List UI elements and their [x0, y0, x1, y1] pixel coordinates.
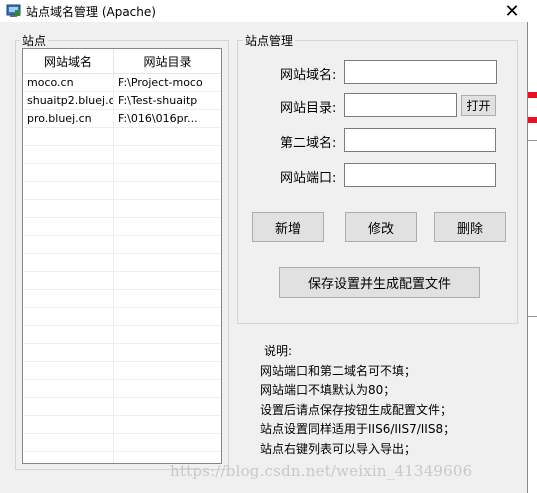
edit-button[interactable]: 修改	[345, 212, 417, 242]
empty-row	[23, 128, 221, 146]
row-domain: moco.cn	[23, 74, 114, 91]
table-row[interactable]: moco.cn F:\Project-moco	[23, 74, 221, 92]
add-button[interactable]: 新增	[252, 212, 324, 242]
app-window: 站点域名管理 (Apache) ✕ 站点 网站域名 网站目录 moco.cn F…	[0, 0, 528, 493]
open-button[interactable]: 打开	[461, 95, 496, 116]
column-header-domain[interactable]: 网站域名	[23, 49, 114, 73]
empty-row	[23, 200, 221, 218]
note-line: 站点右键列表可以导入导出；	[260, 442, 417, 456]
empty-row	[23, 290, 221, 308]
manage-group-label: 站点管理	[243, 32, 296, 49]
delete-button[interactable]: 删除	[434, 212, 506, 242]
title-bar[interactable]: 站点域名管理 (Apache) ✕	[0, 0, 528, 22]
save-config-button[interactable]: 保存设置并生成配置文件	[279, 267, 480, 298]
empty-row	[23, 308, 221, 326]
table-row[interactable]: pro.bluej.cn F:\016\016pr...	[23, 110, 221, 128]
window-title: 站点域名管理 (Apache)	[26, 5, 156, 19]
close-icon: ✕	[504, 0, 520, 22]
row-dir: F:\Project-moco	[118, 76, 203, 89]
empty-row	[23, 218, 221, 236]
sites-list[interactable]: 网站域名 网站目录 moco.cn F:\Project-moco shuait…	[22, 48, 222, 464]
empty-row	[23, 272, 221, 290]
empty-row	[23, 344, 221, 362]
empty-row	[23, 398, 221, 416]
notes-title: 说明:	[264, 344, 293, 358]
empty-row	[23, 254, 221, 272]
note-line: 网站端口和第二域名可不填；	[260, 364, 417, 378]
empty-row	[23, 380, 221, 398]
note-line: 设置后请点保存按钮生成配置文件；	[260, 403, 453, 417]
empty-row	[23, 182, 221, 200]
domain-input[interactable]	[344, 60, 497, 84]
dir-input[interactable]	[344, 93, 457, 117]
domain-label: 网站域名:	[280, 68, 337, 83]
background-window-edge	[528, 140, 537, 141]
column-header-dir[interactable]: 网站目录	[114, 49, 221, 73]
note-line: 站点设置同样适用于IIS6/IIS7/IIS8；	[260, 422, 456, 436]
empty-row	[23, 146, 221, 164]
row-domain: shuaitp2.bluej.cn	[23, 92, 114, 109]
empty-row	[23, 236, 221, 254]
watermark-text: https://blog.csdn.net/weixin_41349606	[170, 462, 473, 480]
port-label: 网站端口:	[280, 171, 337, 186]
background-window-edge	[528, 316, 537, 317]
row-domain: pro.bluej.cn	[23, 110, 114, 127]
sites-group-label: 站点	[20, 32, 49, 49]
second-domain-input[interactable]	[344, 128, 496, 152]
note-line: 网站端口不填默认为80；	[260, 383, 396, 397]
dir-label: 网站目录:	[280, 101, 337, 116]
port-input[interactable]	[344, 163, 496, 187]
empty-row	[23, 164, 221, 182]
row-dir: F:\Test-shuaitp	[118, 94, 198, 107]
close-button[interactable]: ✕	[496, 0, 528, 22]
row-dir: F:\016\016pr...	[118, 112, 198, 125]
list-header: 网站域名 网站目录	[23, 49, 221, 74]
second-domain-label: 第二域名:	[280, 136, 337, 151]
empty-row	[23, 416, 221, 434]
empty-row	[23, 326, 221, 344]
background-window-edge	[528, 117, 537, 123]
empty-row	[23, 362, 221, 380]
background-window-edge	[528, 92, 537, 98]
table-row[interactable]: shuaitp2.bluej.cn F:\Test-shuaitp	[23, 92, 221, 110]
app-icon	[6, 4, 21, 17]
empty-row	[23, 434, 221, 452]
